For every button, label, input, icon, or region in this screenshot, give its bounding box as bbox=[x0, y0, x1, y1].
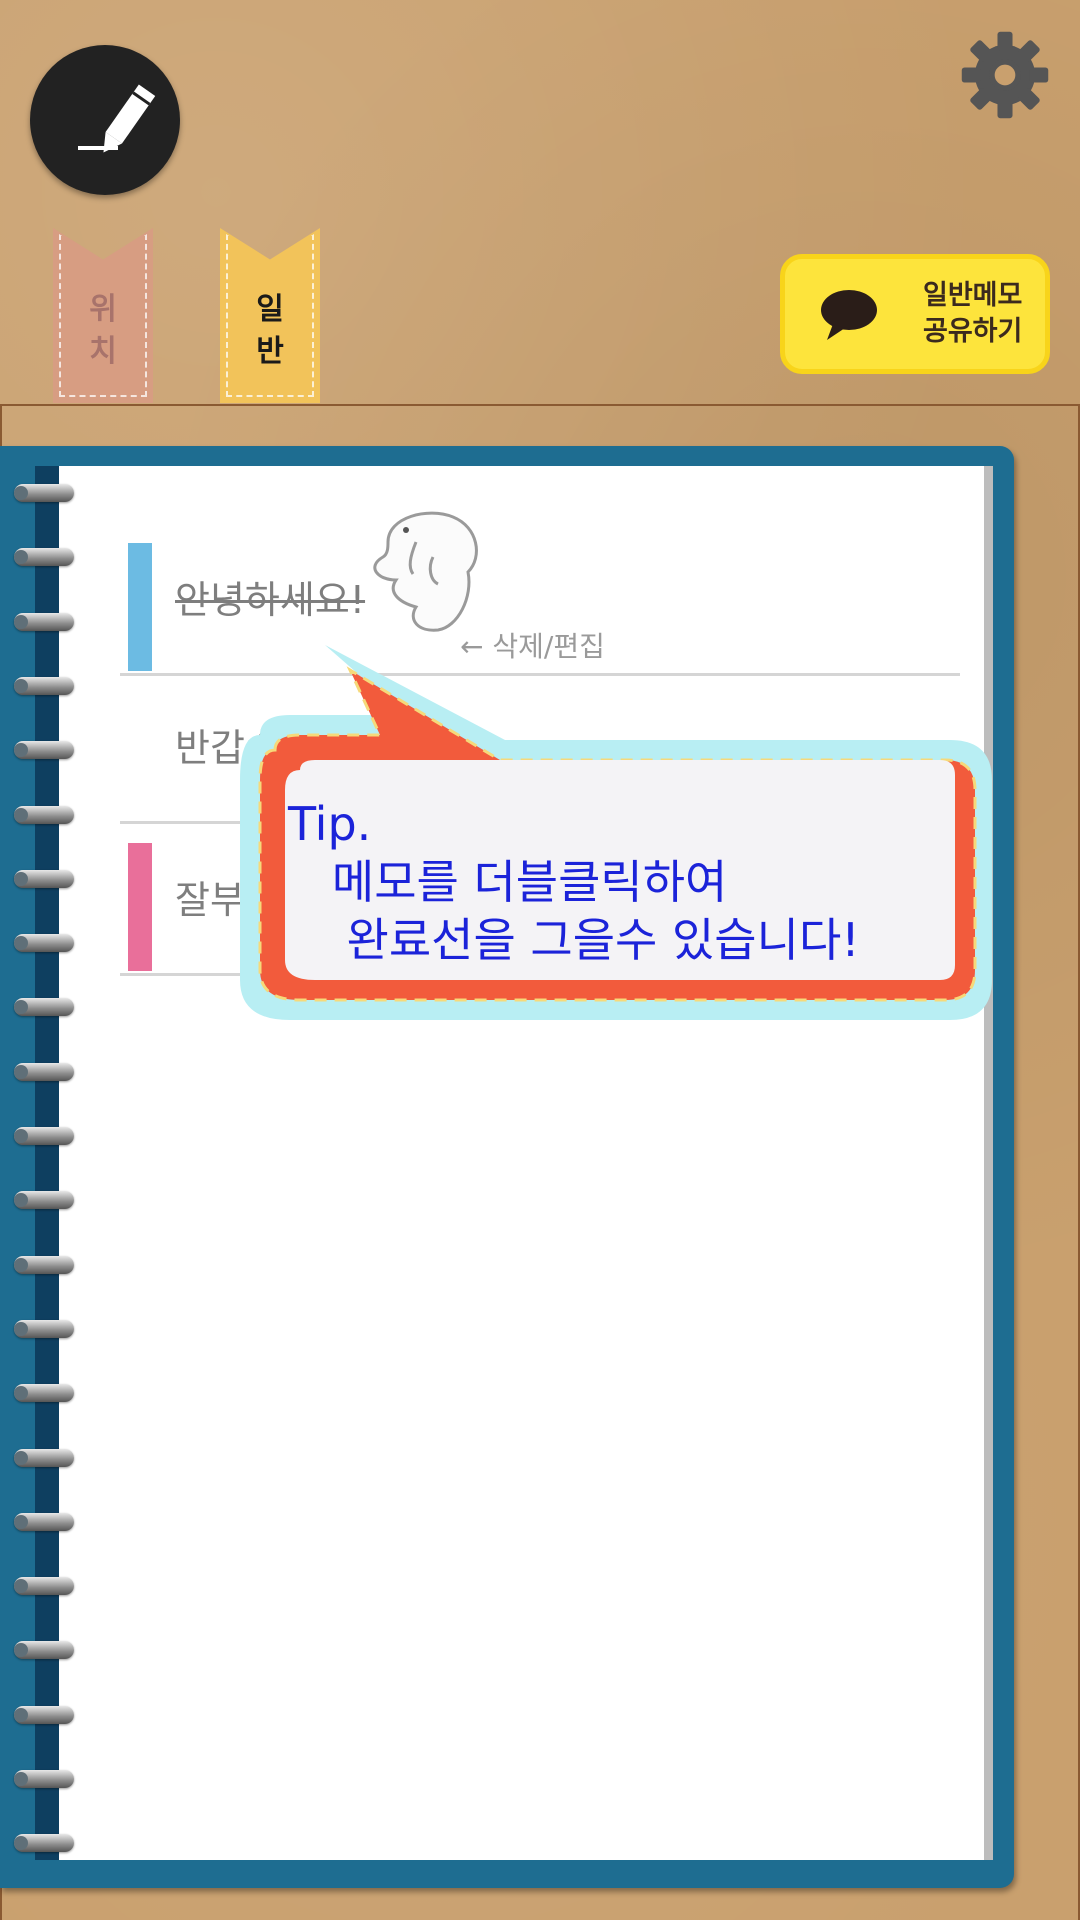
spiral-ring bbox=[14, 1448, 74, 1467]
tip-line1: 메모를 더블클릭하여 bbox=[331, 855, 728, 909]
pencil-icon bbox=[78, 84, 156, 153]
spiral-ring bbox=[14, 484, 74, 502]
bookmark-general-tab[interactable]: 일 반 bbox=[220, 228, 320, 403]
bookmark-label: 반 bbox=[256, 333, 284, 369]
spiral-ring bbox=[14, 1384, 74, 1403]
spiral-ring bbox=[14, 805, 74, 824]
speech-bubble-icon bbox=[821, 290, 877, 340]
mascot-hand-icon bbox=[373, 511, 478, 632]
spiral-ring bbox=[14, 1641, 74, 1660]
gear-icon bbox=[961, 31, 1049, 119]
spiral-ring bbox=[14, 676, 74, 695]
spiral-ring bbox=[14, 548, 74, 567]
memo-color-bar bbox=[128, 543, 152, 671]
spiral-ring bbox=[14, 1834, 74, 1853]
spiral-ring bbox=[14, 869, 74, 888]
share-memo-button[interactable]: 일반메모 공유하기 bbox=[780, 254, 1050, 374]
spiral-ring bbox=[14, 1577, 74, 1596]
memo-text: 안녕하세요! bbox=[175, 578, 366, 622]
settings-button[interactable] bbox=[958, 28, 1052, 122]
bookmark-label: 치 bbox=[89, 333, 117, 369]
spiral-ring bbox=[14, 1319, 74, 1338]
spiral-ring bbox=[14, 1191, 74, 1210]
spiral-ring bbox=[14, 934, 74, 953]
tip-title: Tip. bbox=[288, 797, 372, 851]
spiral-ring bbox=[14, 1512, 74, 1531]
spiral-ring bbox=[14, 1770, 74, 1788]
spiral-ring bbox=[14, 1062, 74, 1081]
bookmark-label: 위 bbox=[89, 291, 117, 327]
share-label-line1: 일반메모 bbox=[923, 280, 1023, 311]
tip-text: Tip. 메모를 더블클릭하여 완료선을 그을수 있습니다! bbox=[288, 795, 948, 969]
spiral-ring bbox=[14, 741, 74, 760]
spiral-ring bbox=[14, 612, 74, 631]
share-label-line2: 공유하기 bbox=[923, 316, 1023, 347]
bookmark-label: 일 bbox=[256, 291, 284, 327]
tip-line2: 완료선을 그을수 있습니다! bbox=[346, 913, 860, 967]
spiral-ring bbox=[14, 998, 74, 1017]
compose-button[interactable] bbox=[30, 45, 180, 195]
spiral-ring bbox=[14, 1705, 74, 1724]
spiral-ring bbox=[14, 1255, 74, 1274]
bookmark-location-tab[interactable]: 위 치 bbox=[53, 228, 153, 403]
memo-color-bar bbox=[128, 843, 152, 971]
spiral-ring bbox=[14, 1127, 74, 1145]
